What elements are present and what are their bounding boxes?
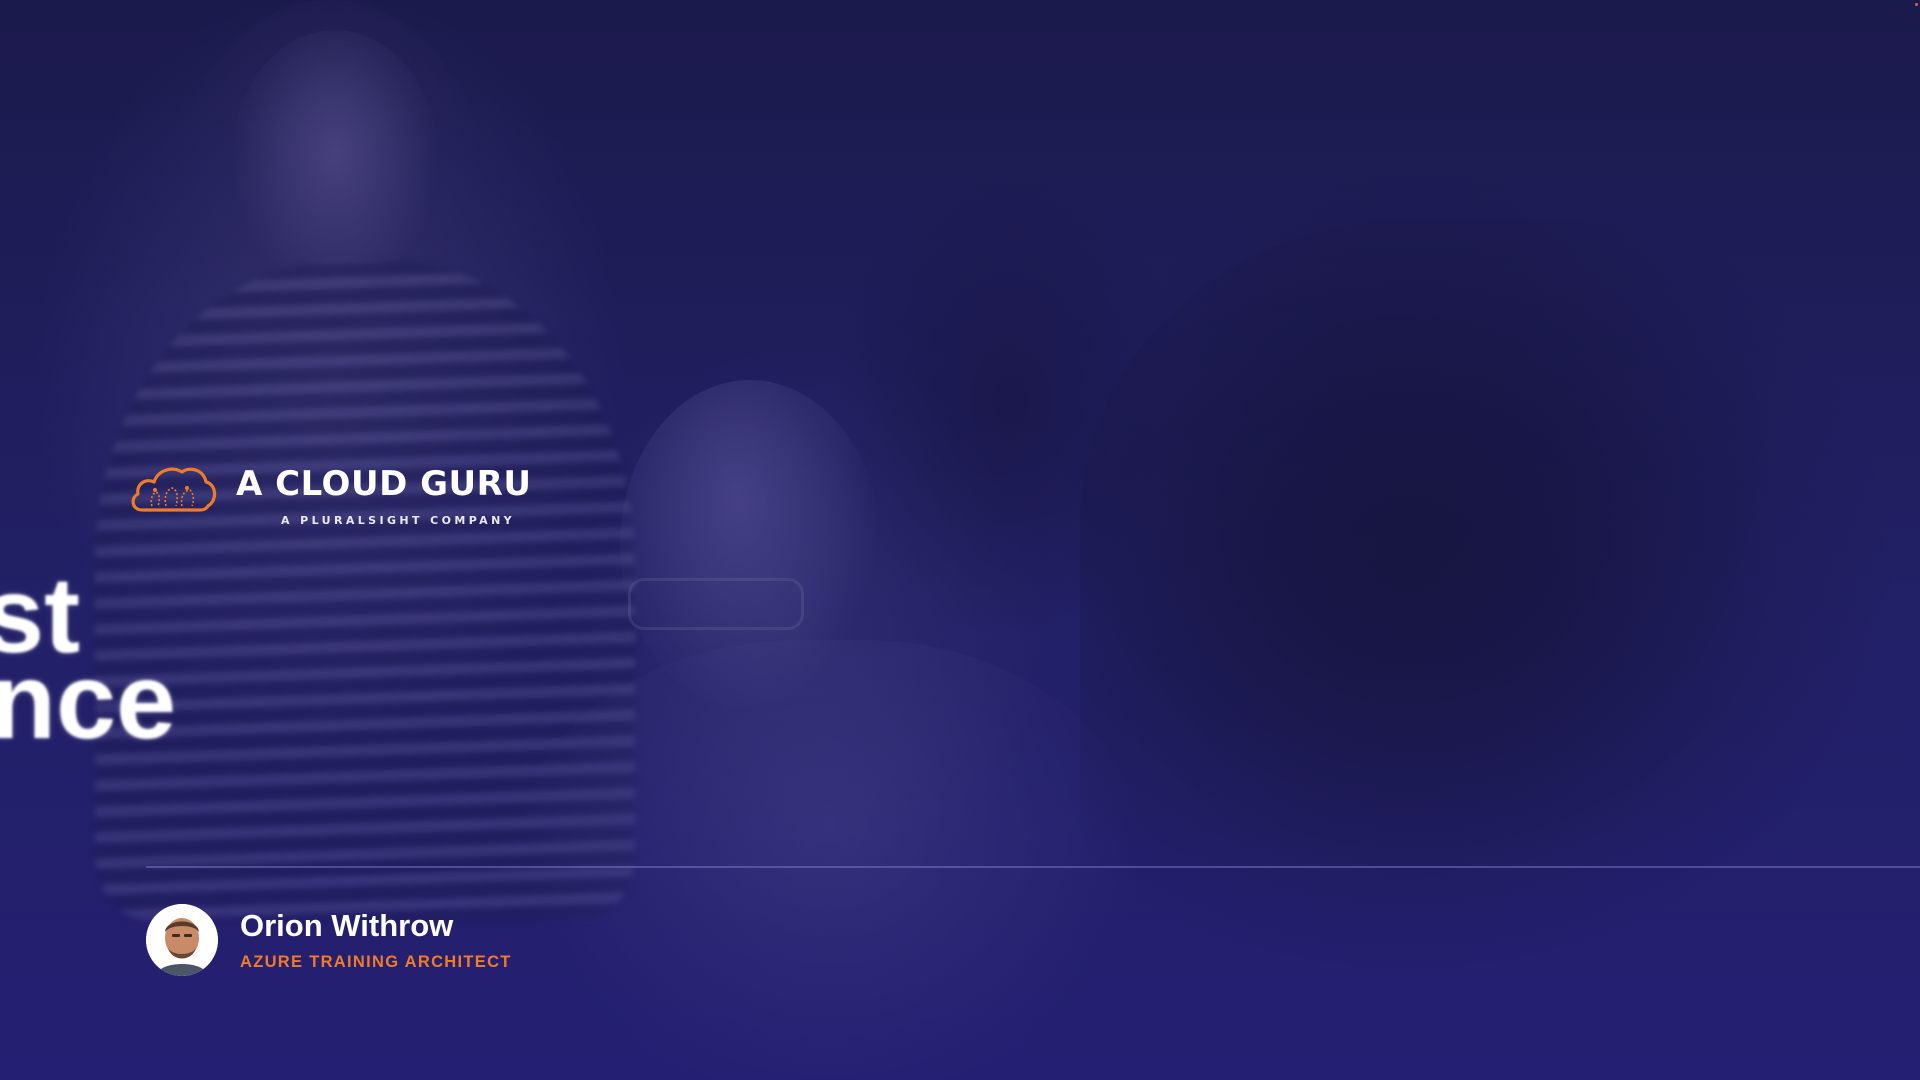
hero-heading-line-2: nce <box>0 640 177 761</box>
presenter-name: Orion Withrow <box>240 908 454 943</box>
hero-heading: st nce <box>0 561 177 761</box>
person-icon <box>146 904 218 976</box>
background-photo-seated-man-body <box>520 640 1140 1080</box>
brand-tagline: A PLURALSIGHT COMPANY <box>281 514 516 527</box>
divider <box>146 866 1920 868</box>
video-frame: A CLOUD GURU A PLURALSIGHT COMPANY st nc… <box>0 0 1920 1080</box>
presenter-avatar <box>146 904 218 976</box>
background-photo-standing-man-head <box>830 160 1190 640</box>
cloud-logo-icon <box>131 467 217 512</box>
brand-logo: A CLOUD GURU A PLURALSIGHT COMPANY <box>128 460 532 532</box>
presenter-title: AZURE TRAINING ARCHITECT <box>240 953 512 971</box>
recording-indicator <box>1915 3 1918 6</box>
background-photo-glasses <box>628 578 804 630</box>
brand-name: A CLOUD GURU <box>236 464 532 504</box>
